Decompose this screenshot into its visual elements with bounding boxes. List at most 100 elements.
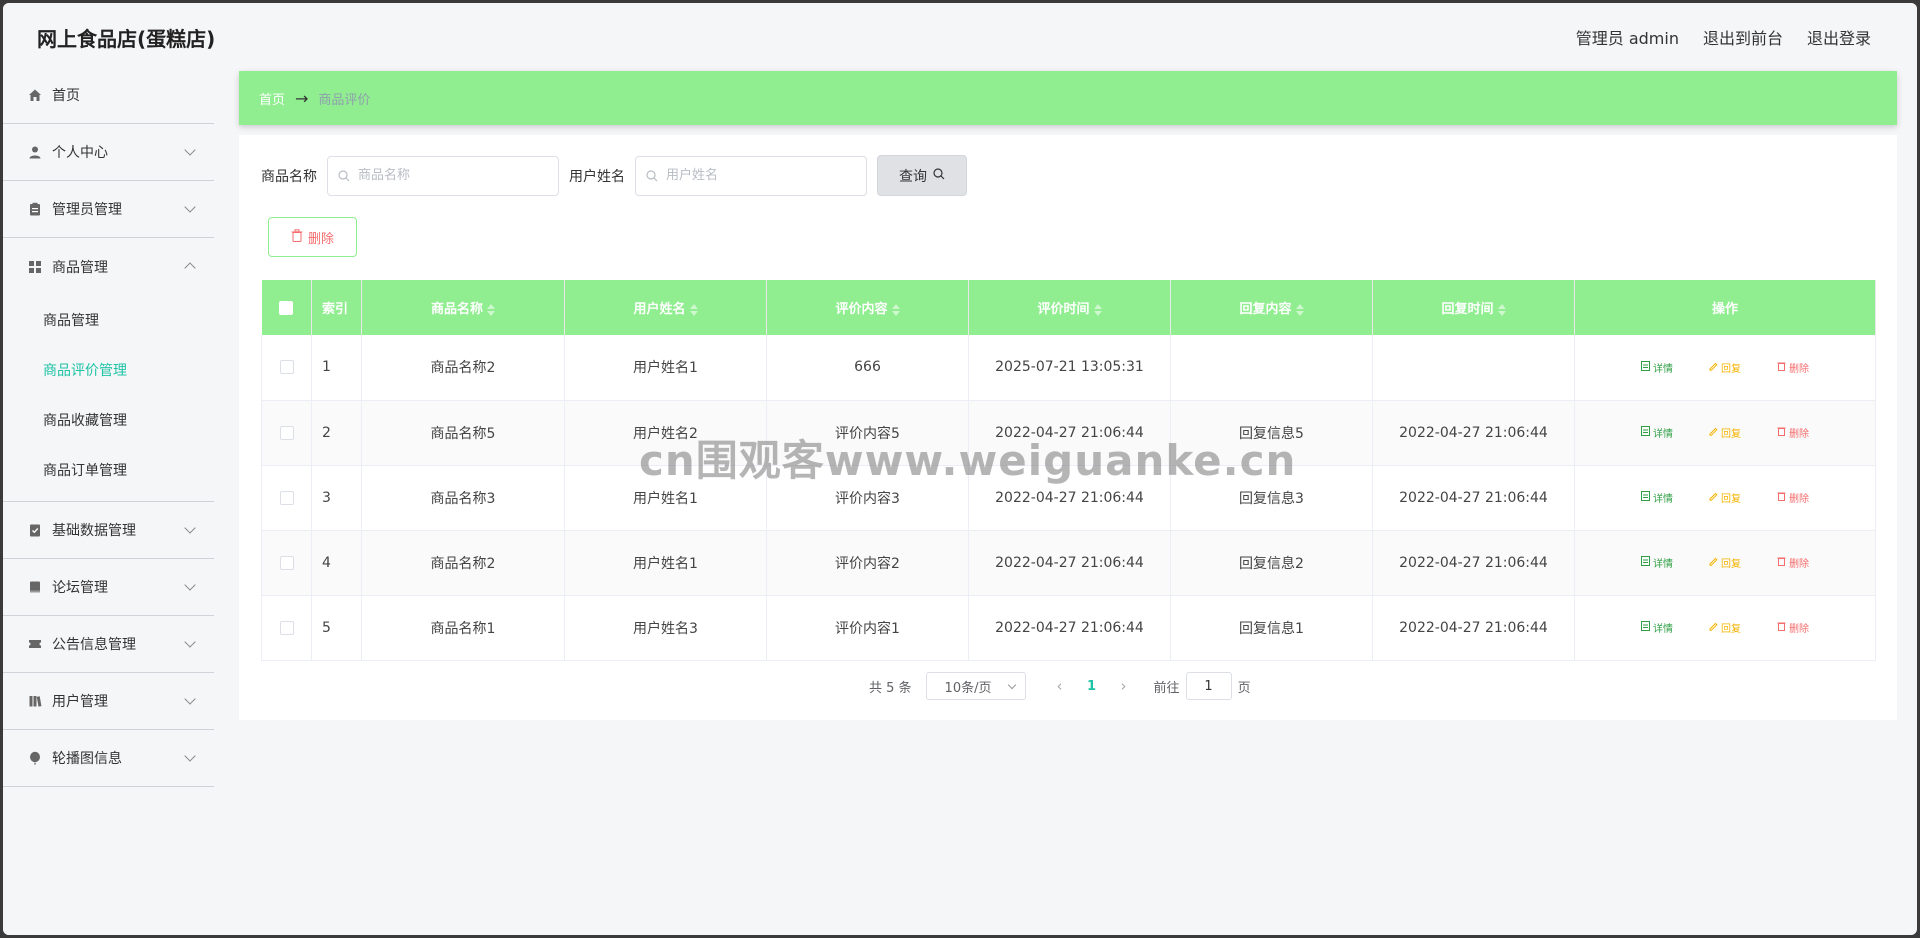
column-header[interactable]: 评价内容 — [766, 280, 969, 335]
detail-button[interactable]: 详情 — [1633, 616, 1681, 639]
row-checkbox[interactable] — [279, 360, 294, 375]
detail-label: 详情 — [1653, 624, 1673, 635]
pencil-icon — [1709, 621, 1718, 634]
detail-button[interactable]: 详情 — [1633, 486, 1681, 509]
table-cell: 回复信息1 — [1170, 595, 1373, 661]
column-header[interactable]: 商品名称 — [361, 280, 565, 335]
sidebar-item-profile[interactable]: 个人中心 — [3, 124, 214, 181]
row-checkbox[interactable] — [279, 620, 294, 635]
detail-button[interactable]: 详情 — [1633, 421, 1681, 444]
submenu-item-product-orders[interactable]: 商品订单管理 — [3, 445, 214, 495]
row-checkbox[interactable] — [279, 425, 294, 440]
sort-icon[interactable] — [689, 303, 698, 316]
clipboard-icon — [27, 201, 43, 217]
column-header[interactable]: 回复内容 — [1170, 280, 1373, 335]
trash-icon — [1777, 491, 1786, 504]
breadcrumb-home[interactable]: 首页 — [259, 89, 285, 108]
document-icon — [1641, 426, 1650, 439]
row-checkbox[interactable] — [279, 555, 294, 570]
sidebar-item-admins[interactable]: 管理员管理 — [3, 181, 214, 238]
next-page-button[interactable]: › — [1108, 677, 1140, 695]
submenu-item-product-reviews[interactable]: 商品评价管理 — [3, 345, 214, 395]
table-cell: 评价内容5 — [766, 400, 969, 466]
table-row: 1 商品名称2 用户姓名1 666 2025-07-21 13:05:31 详情 回复 删除 — [261, 335, 1876, 401]
sidebar-item-label: 论坛管理 — [52, 580, 108, 596]
column-header: 操作 — [1574, 280, 1876, 335]
table-row: 4 商品名称2 用户姓名1 评价内容2 2022-04-27 21:06:44 回复信息2… — [261, 530, 1876, 596]
actions-cell: 详情 回复 删除 — [1574, 595, 1876, 661]
table-cell: 商品名称2 — [361, 530, 565, 596]
sort-icon[interactable] — [1295, 303, 1304, 316]
reply-button[interactable]: 回复 — [1701, 486, 1749, 509]
reply-button[interactable]: 回复 — [1701, 616, 1749, 639]
logout-link[interactable]: 退出登录 — [1807, 25, 1871, 49]
product-name-input[interactable] — [328, 156, 558, 195]
detail-button[interactable]: 详情 — [1633, 356, 1681, 379]
query-button-label: 查询 — [899, 168, 927, 185]
sidebar-item-label: 轮播图信息 — [52, 751, 122, 767]
sidebar-item-home[interactable]: 首页 — [3, 67, 214, 124]
page-number[interactable]: 1 — [1076, 679, 1108, 694]
row-select-cell — [261, 595, 312, 661]
table-cell — [1372, 335, 1575, 401]
sidebar-item-forum[interactable]: 论坛管理 — [3, 559, 214, 616]
front-link[interactable]: 退出到前台 — [1703, 25, 1783, 49]
column-header[interactable]: 用户姓名 — [564, 280, 767, 335]
delete-label: 删除 — [1789, 624, 1809, 635]
column-header[interactable]: 回复时间 — [1372, 280, 1575, 335]
grid-icon — [27, 259, 43, 275]
user-name-input[interactable] — [636, 156, 866, 195]
sort-icon[interactable] — [891, 303, 900, 316]
column-header-label: 评价内容 — [835, 302, 888, 317]
chevron-down-icon — [184, 693, 196, 705]
reply-button[interactable]: 回复 — [1701, 551, 1749, 574]
table-cell: 2022-04-27 21:06:44 — [1372, 465, 1575, 531]
goto-page-input[interactable] — [1185, 672, 1232, 700]
sort-icon[interactable] — [1093, 303, 1102, 316]
reply-label: 回复 — [1721, 494, 1741, 505]
main-panel: 商品名称 用户姓名 查询 删除 — [239, 135, 1897, 720]
delete-button[interactable]: 删除 — [1769, 486, 1817, 509]
select-all-checkbox[interactable] — [279, 300, 294, 315]
sidebar-item-basic-data[interactable]: 基础数据管理 — [3, 502, 214, 559]
arrow-right-icon: → — [295, 88, 309, 108]
column-header: 索引 — [311, 280, 362, 335]
prev-page-button[interactable]: ‹ — [1044, 677, 1076, 695]
search-icon — [933, 167, 945, 184]
submenu-item-product-manage[interactable]: 商品管理 — [3, 295, 214, 345]
user-name-field — [635, 155, 867, 196]
sidebar-item-label: 管理员管理 — [52, 202, 122, 218]
column-header[interactable]: 评价时间 — [968, 280, 1171, 335]
table-cell: 评价内容3 — [766, 465, 969, 531]
delete-button[interactable]: 删除 — [1769, 421, 1817, 444]
row-checkbox[interactable] — [279, 490, 294, 505]
detail-button[interactable]: 详情 — [1633, 551, 1681, 574]
sidebar-item-label: 基础数据管理 — [52, 523, 136, 539]
sidebar-item-label: 公告信息管理 — [52, 637, 136, 653]
actions-cell: 详情 回复 删除 — [1574, 465, 1876, 531]
sort-icon[interactable] — [487, 303, 495, 316]
submenu-item-product-favorites[interactable]: 商品收藏管理 — [3, 395, 214, 445]
query-button[interactable]: 查询 — [877, 155, 967, 196]
page-size-select[interactable]: 10条/页 — [925, 672, 1026, 700]
sidebar-item-products[interactable]: 商品管理 — [3, 238, 214, 295]
table-row: 3 商品名称3 用户姓名1 评价内容3 2022-04-27 21:06:44 回复信息3… — [261, 465, 1876, 531]
delete-button[interactable]: 删除 — [1769, 551, 1817, 574]
reviews-table: 索引 商品名称 用户姓名 评价内容 评价时间 回复内容 回复时间 操作 1 商品名… — [261, 280, 1876, 661]
sidebar-item-carousel[interactable]: 轮播图信息 — [3, 730, 214, 787]
delete-button[interactable]: 删除 — [1769, 616, 1817, 639]
sidebar-item-users[interactable]: 用户管理 — [3, 673, 214, 730]
table-cell: 5 — [311, 595, 362, 661]
reply-button[interactable]: 回复 — [1701, 356, 1749, 379]
table-cell: 2022-04-27 21:06:44 — [968, 595, 1171, 661]
delete-button[interactable]: 删除 — [1769, 356, 1817, 379]
home-icon — [27, 87, 43, 103]
table-cell: 用户姓名1 — [564, 465, 767, 531]
reply-button[interactable]: 回复 — [1701, 421, 1749, 444]
batch-delete-button[interactable]: 删除 — [268, 217, 357, 257]
app-title: 网上食品店(蛋糕店) — [37, 27, 216, 51]
sort-icon[interactable] — [1497, 303, 1506, 316]
table-cell: 用户姓名1 — [564, 335, 767, 401]
sidebar-item-notices[interactable]: 公告信息管理 — [3, 616, 214, 673]
table-header-row: 索引 商品名称 用户姓名 评价内容 评价时间 回复内容 回复时间 操作 — [261, 280, 1876, 335]
